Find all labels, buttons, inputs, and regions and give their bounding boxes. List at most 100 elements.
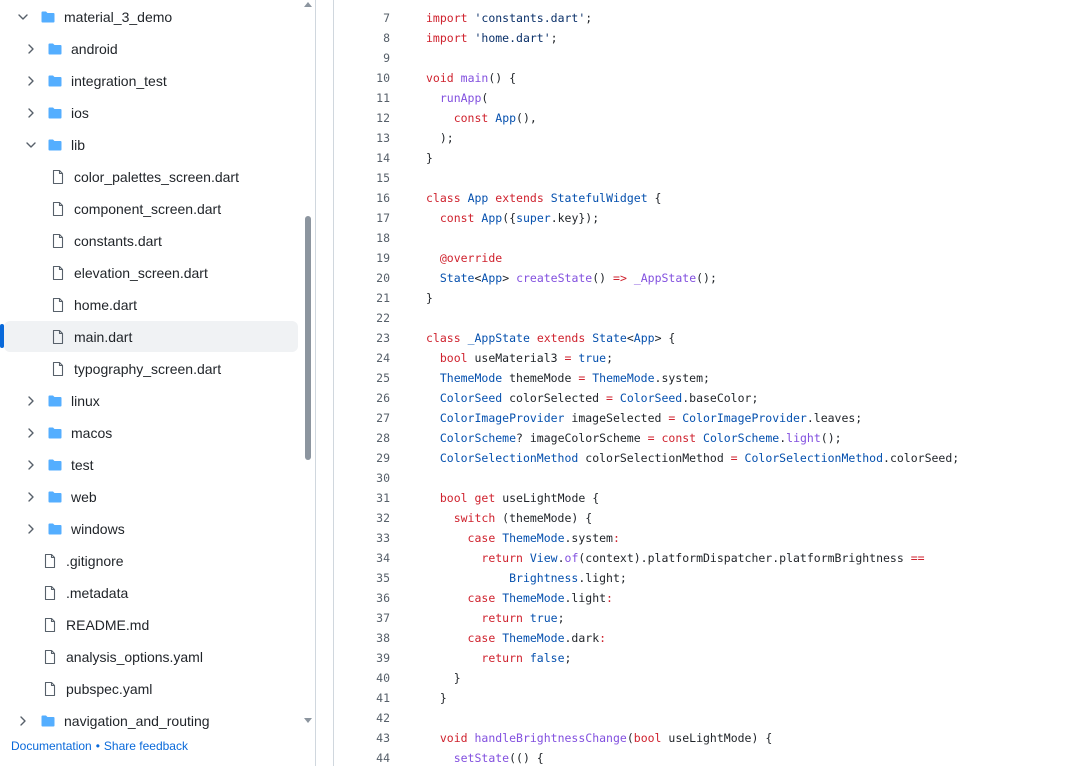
tree-item-label: ios bbox=[71, 104, 89, 121]
tree-file-item[interactable]: .metadata bbox=[4, 577, 298, 608]
code-token: colorSelectionMethod bbox=[578, 451, 731, 465]
code-token: = bbox=[647, 431, 655, 445]
code-token: _AppState bbox=[467, 331, 530, 345]
code-token: colorSelected bbox=[502, 391, 607, 405]
file-icon bbox=[42, 585, 58, 601]
file-icon bbox=[50, 297, 66, 313]
chevron-right-icon[interactable] bbox=[24, 426, 38, 440]
code-token: App bbox=[495, 111, 517, 125]
code-text: } bbox=[426, 148, 433, 168]
code-line: 24 bool useMaterial3 = true; bbox=[334, 348, 1092, 368]
tree-file-item[interactable]: main.dart bbox=[4, 321, 298, 352]
tree-file-item[interactable]: analysis_options.yaml bbox=[4, 641, 298, 672]
tree-folder-item[interactable]: android bbox=[4, 33, 298, 64]
code-text: class _AppState extends State<App> { bbox=[426, 328, 675, 348]
tree-file-item[interactable]: component_screen.dart bbox=[4, 193, 298, 224]
line-number: 21 bbox=[376, 291, 390, 305]
chevron-right-icon[interactable] bbox=[24, 394, 38, 408]
share-feedback-link[interactable]: Share feedback bbox=[104, 739, 188, 753]
code-token: return bbox=[481, 611, 523, 625]
file-icon bbox=[50, 329, 66, 345]
tree-file-item[interactable]: color_palettes_screen.dart bbox=[4, 161, 298, 192]
tree-file-item[interactable]: constants.dart bbox=[4, 225, 298, 256]
code-line: 36 case ThemeMode.light: bbox=[334, 588, 1092, 608]
code-line: 26 ColorSeed colorSelected = ColorSeed.b… bbox=[334, 388, 1092, 408]
chevron-right-icon[interactable] bbox=[24, 490, 38, 504]
code-token: void bbox=[426, 71, 454, 85]
tree-folder-item[interactable]: ios bbox=[4, 97, 298, 128]
code-line: 18 bbox=[334, 228, 1092, 248]
code-token: ColorSelectionMethod bbox=[744, 451, 884, 465]
tree-item-label: macos bbox=[71, 424, 113, 441]
code-token: StatefulWidget bbox=[550, 191, 648, 205]
tree-folder-item[interactable]: material_3_demo bbox=[4, 1, 298, 32]
chevron-right-icon[interactable] bbox=[24, 42, 38, 56]
line-number: 23 bbox=[376, 331, 390, 345]
code-token: case bbox=[467, 591, 496, 605]
folder-icon bbox=[47, 425, 63, 441]
tree-folder-item[interactable]: navigation_and_routing bbox=[4, 705, 298, 736]
code-token: .key}); bbox=[550, 211, 600, 225]
code-token: (themeMode) { bbox=[495, 511, 593, 525]
code-line: 23 class _AppState extends State<App> { bbox=[334, 328, 1092, 348]
file-icon bbox=[42, 681, 58, 697]
tree-folder-item[interactable]: web bbox=[4, 481, 298, 512]
scrollbar-thumb[interactable] bbox=[305, 216, 311, 460]
chevron-down-icon[interactable] bbox=[16, 10, 30, 24]
chevron-down-icon[interactable] bbox=[24, 138, 38, 152]
folder-icon bbox=[47, 489, 63, 505]
folder-icon bbox=[47, 73, 63, 89]
code-text: setState(() { bbox=[426, 748, 544, 766]
tree-folder-item[interactable]: windows bbox=[4, 513, 298, 544]
tree-folder-item[interactable]: linux bbox=[4, 385, 298, 416]
folder-icon bbox=[47, 105, 63, 121]
line-number: 27 bbox=[376, 411, 390, 425]
code-token: ; bbox=[585, 11, 593, 25]
code-text: @override bbox=[426, 248, 502, 268]
line-number: 12 bbox=[376, 111, 390, 125]
code-token: .colorSeed; bbox=[883, 451, 960, 465]
code-token: : bbox=[606, 591, 613, 605]
tree-folder-item[interactable]: integration_test bbox=[4, 65, 298, 96]
line-number: 11 bbox=[376, 91, 390, 105]
code-view[interactable]: 7 import 'constants.dart'; 8 import 'home.d… bbox=[333, 0, 1092, 766]
scroll-down-arrow-icon[interactable] bbox=[304, 718, 312, 723]
tree-item-label: lib bbox=[71, 136, 86, 153]
chevron-right-icon[interactable] bbox=[24, 106, 38, 120]
line-number: 34 bbox=[376, 551, 390, 565]
tree-folder-item[interactable]: test bbox=[4, 449, 298, 480]
tree-file-item[interactable]: elevation_screen.dart bbox=[4, 257, 298, 288]
code-token: extends bbox=[536, 331, 586, 345]
scroll-up-arrow-icon[interactable] bbox=[304, 2, 312, 7]
code-token: App bbox=[481, 211, 503, 225]
chevron-right-icon[interactable] bbox=[24, 74, 38, 88]
code-token: } bbox=[426, 671, 461, 685]
tree-item-label: color_palettes_screen.dart bbox=[74, 168, 239, 185]
documentation-link[interactable]: Documentation bbox=[11, 739, 92, 753]
tree-file-item[interactable]: README.md bbox=[4, 609, 298, 640]
line-number: 42 bbox=[376, 711, 390, 725]
line-number: 29 bbox=[376, 451, 390, 465]
tree-file-item[interactable]: typography_screen.dart bbox=[4, 353, 298, 384]
chevron-right-icon[interactable] bbox=[16, 714, 30, 728]
code-token: (); bbox=[820, 431, 842, 445]
tree-folder-item[interactable]: lib bbox=[4, 129, 298, 160]
code-token: View bbox=[529, 551, 558, 565]
code-token: : bbox=[612, 531, 620, 545]
file-icon bbox=[42, 553, 58, 569]
chevron-right-icon[interactable] bbox=[24, 522, 38, 536]
tree-file-item[interactable]: home.dart bbox=[4, 289, 298, 320]
chevron-right-icon[interactable] bbox=[24, 458, 38, 472]
tree-item-label: windows bbox=[71, 520, 125, 537]
tree-folder-item[interactable]: macos bbox=[4, 417, 298, 448]
file-icon bbox=[50, 361, 66, 377]
sidebar-scrollbar[interactable] bbox=[303, 0, 313, 736]
tree-file-item[interactable]: pubspec.yaml bbox=[4, 673, 298, 704]
tree-file-item[interactable]: .gitignore bbox=[4, 545, 298, 576]
